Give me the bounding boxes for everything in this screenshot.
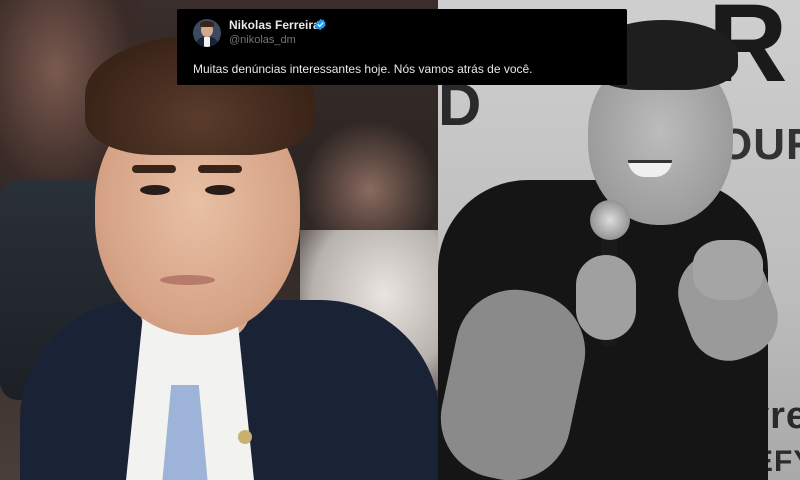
hand-holding-mic bbox=[576, 255, 636, 340]
verified-badge-icon bbox=[315, 18, 326, 31]
avatar[interactable] bbox=[193, 19, 221, 47]
lapel-pin bbox=[238, 430, 252, 444]
gesturing-hand bbox=[693, 240, 763, 300]
tweet-text: Muitas denúncias interessantes hoje. Nós… bbox=[193, 62, 533, 76]
tweet-card[interactable]: Nikolas Ferreira @nikolas_dm Muitas denú… bbox=[177, 9, 627, 85]
avatar-shirt bbox=[204, 37, 210, 47]
eye bbox=[140, 185, 170, 195]
eye bbox=[205, 185, 235, 195]
eyebrow bbox=[132, 165, 176, 173]
tweet-handle[interactable]: @nikolas_dm bbox=[229, 34, 296, 46]
tweet-author-name[interactable]: Nikolas Ferreira bbox=[229, 18, 320, 32]
eyebrow bbox=[198, 165, 242, 173]
microphone-icon bbox=[590, 200, 630, 240]
avatar-hair bbox=[200, 21, 214, 27]
mouth bbox=[160, 275, 215, 285]
